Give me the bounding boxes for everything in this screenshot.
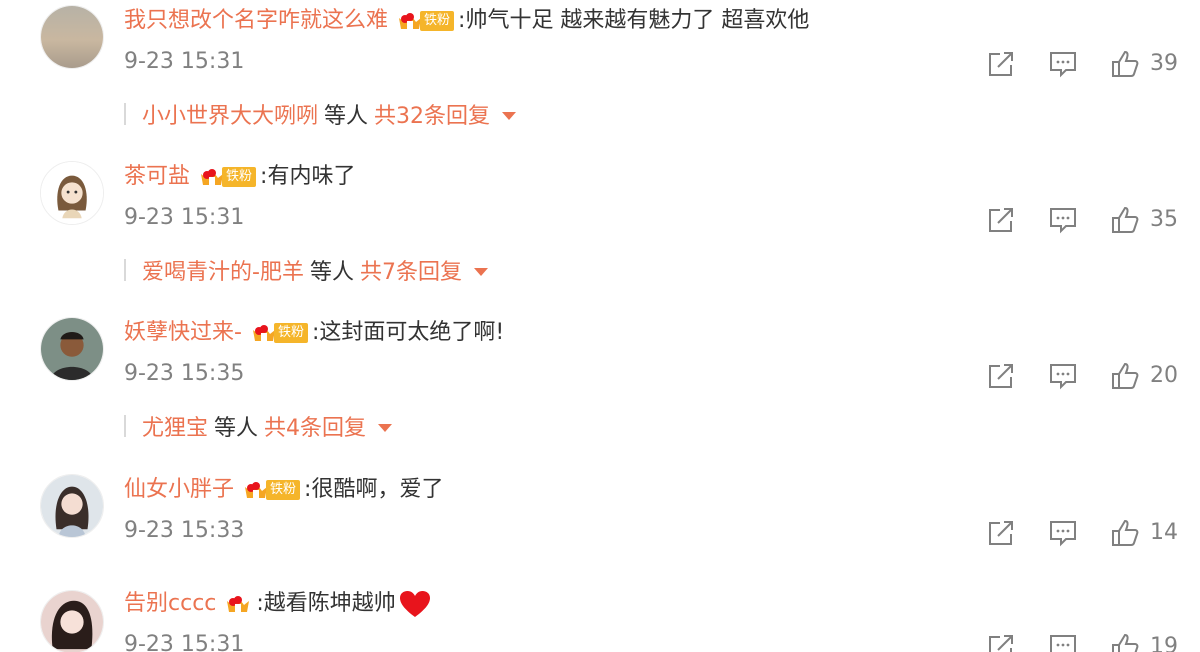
fan-badge-label: 铁粉 xyxy=(222,167,257,187)
caret-down-icon[interactable] xyxy=(378,423,393,432)
like-count: 14 xyxy=(1150,520,1178,545)
comment-icon[interactable] xyxy=(1048,632,1078,652)
comment-line: 茶可盐 铁粉 :有内味了 xyxy=(124,162,355,192)
caret-down-icon[interactable] xyxy=(473,267,488,276)
comment-username[interactable]: 仙女小胖子 xyxy=(124,475,234,505)
reply-summary[interactable]: 爱喝青汁的-肥羊 等人 共7条回复 xyxy=(124,255,488,285)
comment-line: 妖孽快过来- 铁粉 :这封面可太绝了啊! xyxy=(124,318,504,348)
comment-line: 仙女小胖子 铁粉 :很酷啊，爱了 xyxy=(124,475,443,505)
comment-username[interactable]: 告别cccc xyxy=(124,589,216,619)
crown-badge[interactable] xyxy=(224,593,252,615)
like-count: 39 xyxy=(1150,51,1178,76)
like-count: 35 xyxy=(1150,207,1178,232)
thumbs-up-icon[interactable] xyxy=(1110,49,1140,79)
avatar[interactable] xyxy=(40,161,104,225)
reply-etc: 等人 xyxy=(214,416,259,441)
comment-actions: 39 xyxy=(986,47,1178,81)
share-icon[interactable] xyxy=(986,632,1016,652)
comment-icon[interactable] xyxy=(1048,361,1078,391)
comment-line: 告别cccc :越看陈坤越帅 xyxy=(124,589,432,619)
reply-etc: 等人 xyxy=(309,260,354,285)
comment-text: :很酷啊，爱了 xyxy=(304,477,444,502)
fan-badge-label: 铁粉 xyxy=(273,323,308,343)
comment-time: 9-23 15:33 xyxy=(124,518,245,543)
thumbs-up-icon[interactable] xyxy=(1110,632,1140,652)
comment-list: 我只想改个名字咋就这么难 铁粉 :帅气十足 越来越有魅力了 超喜欢他 9-23 … xyxy=(0,0,1200,652)
comment-actions: 20 xyxy=(986,359,1178,393)
comment-time: 9-23 15:35 xyxy=(124,361,245,386)
fan-badge-label: 铁粉 xyxy=(266,480,301,500)
reply-username[interactable]: 小小世界大大咧咧 xyxy=(142,98,318,130)
share-icon[interactable] xyxy=(986,361,1016,391)
reply-etc: 等人 xyxy=(324,104,369,129)
reply-divider xyxy=(124,415,126,437)
like-count: 20 xyxy=(1150,363,1178,388)
comment-username[interactable]: 我只想改个名字咋就这么难 xyxy=(124,6,388,36)
comment-line: 我只想改个名字咋就这么难 铁粉 :帅气十足 越来越有魅力了 超喜欢他 xyxy=(124,6,809,36)
reply-divider xyxy=(124,103,126,125)
fan-badge[interactable]: 铁粉 xyxy=(396,10,455,32)
thumbs-up-icon[interactable] xyxy=(1110,361,1140,391)
comment-icon[interactable] xyxy=(1048,49,1078,79)
comment-icon[interactable] xyxy=(1048,518,1078,548)
comment-actions: 35 xyxy=(986,203,1178,237)
crown-icon xyxy=(227,596,250,612)
caret-down-icon[interactable] xyxy=(502,111,517,120)
comment-actions: 19 xyxy=(986,630,1178,652)
avatar[interactable] xyxy=(40,590,104,652)
comment-icon[interactable] xyxy=(1048,205,1078,235)
reply-username[interactable]: 尤狸宝 xyxy=(142,410,208,442)
fan-badge[interactable]: 铁粉 xyxy=(198,166,257,188)
share-icon[interactable] xyxy=(986,205,1016,235)
reply-summary[interactable]: 尤狸宝 等人 共4条回复 xyxy=(124,410,393,442)
comment-time: 9-23 15:31 xyxy=(124,49,245,74)
comment-time: 9-23 15:31 xyxy=(124,632,245,652)
comment-text: :有内味了 xyxy=(260,164,356,189)
comment-username[interactable]: 茶可盐 xyxy=(124,162,190,192)
thumbs-up-icon[interactable] xyxy=(1110,205,1140,235)
comment-actions: 14 xyxy=(986,516,1178,550)
fan-badge[interactable]: 铁粉 xyxy=(242,479,301,501)
reply-total-link[interactable]: 共7条回复 xyxy=(360,254,462,286)
reply-summary[interactable]: 小小世界大大咧咧 等人 共32条回复 xyxy=(124,98,517,130)
avatar[interactable] xyxy=(40,317,104,381)
fan-badge[interactable]: 铁粉 xyxy=(250,322,308,344)
share-icon[interactable] xyxy=(986,49,1016,79)
fan-badge-label: 铁粉 xyxy=(420,11,455,31)
thumbs-up-icon[interactable] xyxy=(1110,518,1140,548)
comment-time: 9-23 15:31 xyxy=(124,205,245,230)
comment-username[interactable]: 妖孽快过来- xyxy=(124,318,242,348)
comment-text: :越看陈坤越帅 xyxy=(256,591,396,616)
reply-divider xyxy=(124,259,126,281)
avatar[interactable] xyxy=(40,474,104,538)
like-count: 19 xyxy=(1150,634,1178,652)
avatar[interactable] xyxy=(40,5,104,69)
heart-icon xyxy=(399,591,430,617)
reply-username[interactable]: 爱喝青汁的-肥羊 xyxy=(142,254,304,286)
reply-total-link[interactable]: 共32条回复 xyxy=(374,98,490,130)
reply-total-link[interactable]: 共4条回复 xyxy=(264,410,366,442)
comment-text: :这封面可太绝了啊! xyxy=(311,320,505,345)
share-icon[interactable] xyxy=(986,518,1016,548)
comment-text: :帅气十足 越来越有魅力了 超喜欢他 xyxy=(458,8,810,33)
